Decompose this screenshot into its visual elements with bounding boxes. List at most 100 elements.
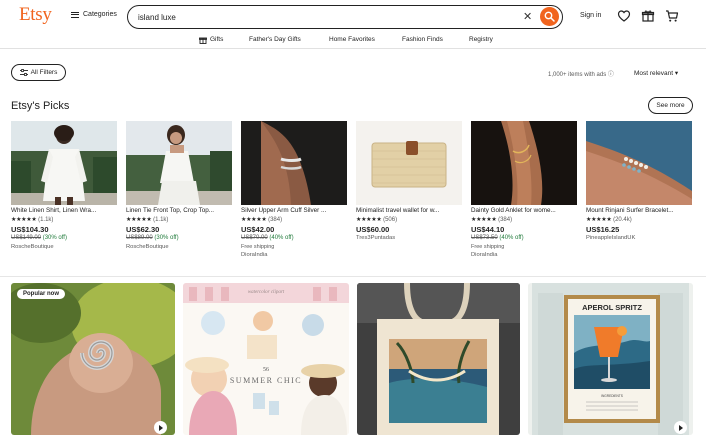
summer-chic-title: SUMMER CHIC	[230, 376, 302, 385]
product-card[interactable]: White Linen Shirt, Linen Wra... ★★★★★ (1…	[11, 121, 117, 252]
original-price: US$73.50	[471, 235, 498, 241]
summer-chic-number: 56	[263, 367, 269, 373]
hamburger-icon	[71, 11, 79, 18]
product-title[interactable]: White Linen Shirt, Linen Wra...	[11, 207, 117, 216]
shop-name[interactable]: RoscheBoutique	[11, 244, 117, 252]
summer-chic-script: watercolor clipart	[248, 290, 285, 295]
listing-summer-chic-clipart[interactable]: SUMMER CHIC 56 watercolor clipart	[183, 283, 349, 435]
review-count: (506)	[383, 217, 398, 223]
rating: ★★★★★ (20.4k)	[586, 216, 692, 225]
popular-now-badge: Popular now	[17, 289, 65, 299]
price: US$16.25	[586, 225, 620, 234]
product-image-linen-top[interactable]	[126, 121, 232, 205]
product-title[interactable]: Silver Upper Arm Cuff Silver ...	[241, 207, 347, 216]
original-price: US$149.00	[11, 235, 42, 241]
product-title[interactable]: Mount Rinjani Surfer Bracelet...	[586, 207, 692, 216]
rating: ★★★★★ (1.1k)	[11, 216, 117, 225]
heart-icon[interactable]	[617, 9, 631, 23]
search-input[interactable]	[138, 10, 498, 24]
category-nav: Gifts Father's Day Gifts Home Favorites …	[0, 34, 706, 49]
shop-name[interactable]: DioraIndia	[241, 252, 347, 260]
shop-name[interactable]: RoscheBoutique	[126, 244, 232, 252]
categories-button[interactable]: Categories	[71, 11, 117, 18]
search-icon	[544, 11, 555, 22]
original-price: US$89.00	[126, 235, 153, 241]
product-title[interactable]: Minimalist travel wallet for w...	[356, 207, 462, 216]
original-price: US$70.00	[241, 235, 268, 241]
star-rating: ★★★★★	[471, 217, 497, 223]
price: US$44.10	[471, 225, 505, 234]
review-count: (384)	[268, 217, 283, 223]
discount-line: US$73.50 (40% off)	[471, 235, 577, 244]
shipping-note: Free shipping	[241, 244, 275, 250]
clear-search-icon[interactable]: ✕	[523, 10, 532, 24]
shop-name[interactable]: Tres3Puntadas	[356, 235, 462, 243]
discount-line: US$149.00 (30% off)	[11, 235, 117, 244]
aperol-title: APEROL SPRITZ	[582, 303, 642, 312]
discount-percent: (30% off)	[154, 235, 179, 241]
rating: ★★★★★ (384)	[471, 216, 577, 225]
price: US$42.00	[241, 225, 275, 234]
shop-name[interactable]: PineappleIslandUK	[586, 235, 692, 243]
search-button[interactable]	[540, 7, 559, 26]
product-image-surfer-bracelet[interactable]	[586, 121, 692, 205]
site-header: Etsy Categories ✕ Sign in	[0, 0, 706, 34]
listing-aperol-spritz-print[interactable]: APEROL SPRITZ INGREDIENTS	[528, 283, 693, 435]
product-card[interactable]: Linen Tie Front Top, Crop Top... ★★★★★ (…	[126, 121, 232, 252]
discount-percent: (40% off)	[269, 235, 294, 241]
discount-line: US$89.00 (30% off)	[126, 235, 232, 244]
product-image-gold-anklet[interactable]	[471, 121, 577, 205]
rating: ★★★★★ (1.1k)	[126, 216, 232, 225]
product-image-linen-shirt[interactable]	[11, 121, 117, 205]
etsy-logo[interactable]: Etsy	[19, 4, 52, 26]
star-rating: ★★★★★	[11, 217, 37, 223]
cart-icon[interactable]	[665, 9, 679, 23]
see-more-button[interactable]: See more	[648, 97, 693, 114]
results-count: 1,000+ items with ads ⓘ	[548, 72, 614, 78]
star-rating: ★★★★★	[356, 217, 382, 223]
gift-icon[interactable]	[641, 9, 655, 23]
discount-line: US$70.00 (40% off)	[241, 235, 347, 244]
discount-percent: (40% off)	[499, 235, 524, 241]
play-video-icon[interactable]	[154, 421, 167, 434]
listing-spiral-ring[interactable]: Popular now	[11, 283, 175, 435]
product-title[interactable]: Linen Tie Front Top, Crop Top...	[126, 207, 232, 216]
sort-dropdown[interactable]: Most relevant ▾	[634, 69, 678, 77]
price: US$62.30	[126, 225, 160, 234]
picks-heading: Etsy's Picks	[11, 100, 70, 112]
nav-item-home-favorites[interactable]: Home Favorites	[329, 36, 375, 43]
price: US$104.30	[11, 225, 49, 234]
product-image-arm-cuff[interactable]	[241, 121, 347, 205]
price: US$60.00	[356, 225, 390, 234]
nav-item-fashion-finds[interactable]: Fashion Finds	[402, 36, 443, 43]
filter-icon	[19, 69, 28, 76]
review-count: (1.1k)	[153, 217, 169, 223]
section-divider	[0, 276, 706, 277]
categories-label: Categories	[83, 11, 117, 18]
product-card[interactable]: Dainty Gold Anklet for wome... ★★★★★ (38…	[471, 121, 577, 260]
product-image-travel-wallet[interactable]	[356, 121, 462, 205]
product-card[interactable]: Mount Rinjani Surfer Bracelet... ★★★★★ (…	[586, 121, 692, 243]
listing-tote-bag[interactable]	[357, 283, 520, 435]
review-count: (384)	[498, 217, 513, 223]
product-card[interactable]: Silver Upper Arm Cuff Silver ... ★★★★★ (…	[241, 121, 347, 260]
nav-item-gifts[interactable]: Gifts	[210, 36, 223, 43]
product-title[interactable]: Dainty Gold Anklet for wome...	[471, 207, 577, 216]
shipping-note: Free shipping	[471, 244, 505, 250]
star-rating: ★★★★★	[126, 217, 152, 223]
aperol-ingredients: INGREDIENTS	[601, 394, 623, 398]
gift-icon	[199, 37, 207, 44]
review-count: (1.1k)	[38, 217, 54, 223]
shop-name[interactable]: DioraIndia	[471, 252, 577, 260]
all-filters-label: All Filters	[30, 69, 58, 76]
play-video-icon[interactable]	[674, 421, 687, 434]
nav-item-fathers-day-gifts[interactable]: Father's Day Gifts	[249, 36, 301, 43]
star-rating: ★★★★★	[586, 217, 612, 223]
all-filters-button[interactable]: All Filters	[11, 64, 66, 81]
nav-item-registry[interactable]: Registry	[469, 36, 493, 43]
sign-in-link[interactable]: Sign in	[580, 12, 601, 19]
star-rating: ★★★★★	[241, 217, 267, 223]
review-count: (20.4k)	[613, 217, 632, 223]
product-card[interactable]: Minimalist travel wallet for w... ★★★★★ …	[356, 121, 462, 243]
search-bar: ✕	[127, 5, 563, 29]
